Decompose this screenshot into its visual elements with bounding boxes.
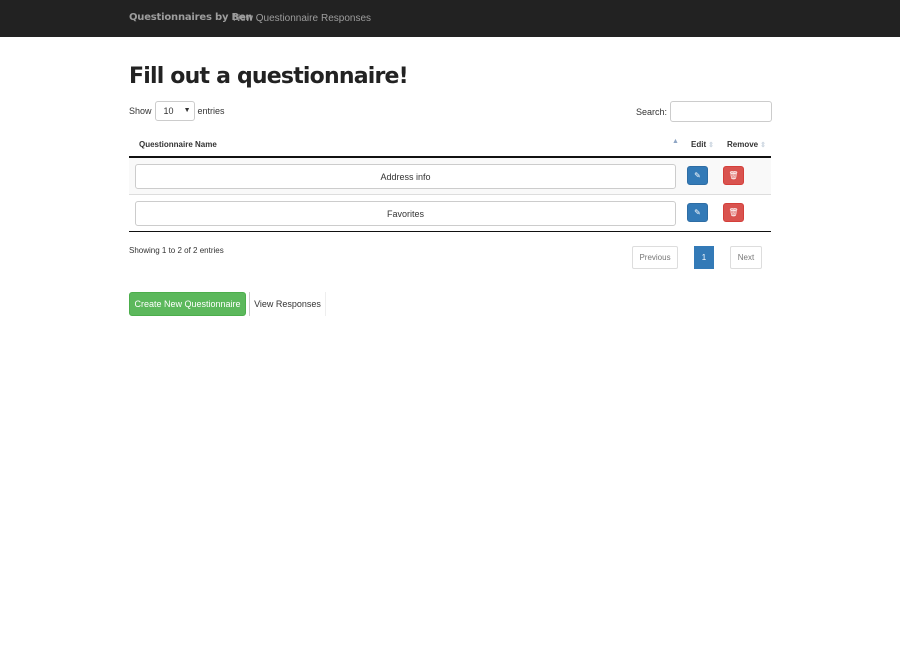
previous-page-button[interactable]: Previous <box>632 246 678 269</box>
trash-icon: 🗑 <box>728 171 739 180</box>
column-header-edit[interactable]: Edit ⇕ <box>691 140 714 149</box>
entries-label: entries <box>197 106 225 116</box>
caret-down-icon: ▼ <box>183 107 191 114</box>
search-input[interactable] <box>670 101 773 122</box>
questionnaire-open-button[interactable]: Favorites <box>135 201 676 226</box>
questionnaire-table: Questionnaire Name ▲ Edit ⇕ Remove ⇕ Addre… <box>129 133 771 232</box>
column-header-remove[interactable]: Remove ⇕ <box>727 140 766 149</box>
entries-select-value: 10 <box>163 106 174 116</box>
table-row: Favorites ✎ 🗑 <box>129 195 771 232</box>
top-navbar: Questionnaires by Ben New Questionnaire … <box>0 0 900 37</box>
column-header-name[interactable]: Questionnaire Name <box>139 140 217 149</box>
pencil-icon: ✎ <box>694 208 701 217</box>
edit-button[interactable]: ✎ <box>687 203 708 222</box>
search-filter: Search: <box>636 101 773 122</box>
trash-icon: 🗑 <box>728 208 739 217</box>
edit-button[interactable]: ✎ <box>687 166 708 185</box>
pagination: Previous 1 Next <box>632 246 762 269</box>
create-questionnaire-button[interactable]: Create New Questionnaire <box>129 292 246 316</box>
sort-both-icon: ⇕ <box>708 142 714 149</box>
nav-responses[interactable]: Responses <box>321 13 371 24</box>
remove-button[interactable]: 🗑 <box>723 203 744 222</box>
entries-length-control: Show 10 ▼ entries <box>129 101 225 121</box>
view-responses-button[interactable]: View Responses <box>249 292 326 316</box>
sort-ascending-icon: ▲ <box>672 138 679 145</box>
show-label: Show <box>129 106 152 116</box>
page-1-button[interactable]: 1 <box>694 246 714 269</box>
remove-button[interactable]: 🗑 <box>723 166 744 185</box>
action-buttons: Create New Questionnaire View Responses <box>129 292 326 316</box>
nav-new-questionnaire[interactable]: New Questionnaire <box>233 13 318 24</box>
entries-select[interactable]: 10 ▼ <box>154 101 195 121</box>
page-title: Fill out a questionnaire! <box>129 64 409 89</box>
next-page-button[interactable]: Next <box>730 246 762 269</box>
sort-both-icon: ⇕ <box>760 142 766 149</box>
questionnaire-open-button[interactable]: Address info <box>135 164 676 189</box>
table-header: Questionnaire Name ▲ Edit ⇕ Remove ⇕ <box>129 133 771 158</box>
table-row: Address info ✎ 🗑 <box>129 158 771 195</box>
table-info: Showing 1 to 2 of 2 entries <box>129 246 224 255</box>
pencil-icon: ✎ <box>694 171 701 180</box>
search-label: Search: <box>636 106 668 117</box>
